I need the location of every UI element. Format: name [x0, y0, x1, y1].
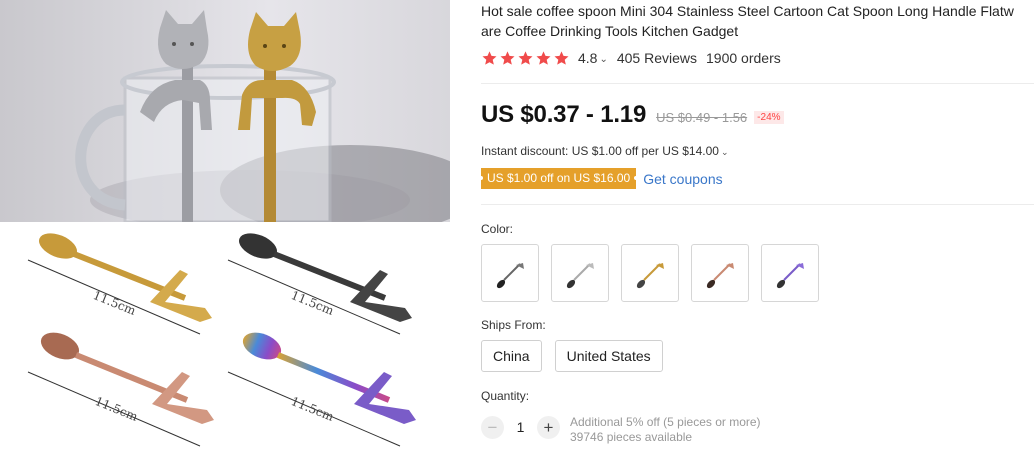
- price-row: US $0.37 - 1.19 US $0.49 - 1.56 -24%: [481, 101, 784, 129]
- get-coupons-link[interactable]: Get coupons: [643, 171, 722, 187]
- ships-from-label: Ships From:: [481, 318, 546, 332]
- bulk-discount-note: Additional 5% off (5 pieces or more): [570, 415, 761, 429]
- star-icon: [482, 51, 497, 65]
- color-option-rose-gold[interactable]: [691, 244, 749, 302]
- orders-count: 1900 orders: [706, 50, 781, 66]
- stock-available: 39746 pieces available: [570, 430, 693, 444]
- rating-summary: 4.8 ⌄ 405 Reviews 1900 orders: [481, 49, 781, 67]
- product-title: Hot sale coffee spoon Mini 304 Stainless…: [481, 1, 1034, 41]
- product-image-gallery[interactable]: 11.5cm 11.5cm 11.5cm 11.5cm: [0, 0, 450, 459]
- quantity-value[interactable]: 1: [504, 416, 537, 439]
- product-title-line1: Hot sale coffee spoon Mini 304 Stainless…: [481, 3, 1014, 19]
- color-swatches: [481, 244, 819, 302]
- star-icon: [536, 51, 551, 65]
- coupon-row: US $1.00 off on US $16.00 Get coupons: [478, 168, 723, 189]
- rating-stars: [481, 50, 570, 66]
- spoon-thumbnail-icon: [636, 263, 664, 289]
- discount-badge: -24%: [754, 111, 784, 124]
- divider: [481, 83, 1034, 84]
- instant-discount-text: Instant discount: US $1.00 off per US $1…: [481, 144, 719, 158]
- spoon-thumbnail-icon: [496, 263, 524, 289]
- rating-value[interactable]: 4.8: [578, 50, 597, 66]
- ships-from-united-states[interactable]: United States: [554, 340, 663, 372]
- plus-icon[interactable]: +: [537, 416, 560, 439]
- spoon-thumbnail-icon: [566, 263, 594, 289]
- ships-from-china[interactable]: China: [481, 340, 542, 372]
- original-price: US $0.49 - 1.56: [656, 110, 748, 125]
- star-icon: [500, 51, 515, 65]
- chevron-down-icon[interactable]: ⌄: [721, 147, 729, 157]
- spoon-thumbnail-icon: [776, 263, 804, 289]
- quantity-label: Quantity:: [481, 389, 530, 403]
- quantity-stepper: − 1 + Additional 5% off (5 pieces or mor…: [481, 415, 761, 445]
- chevron-down-icon[interactable]: ⌄: [599, 54, 607, 65]
- product-title-line2: are Coffee Drinking Tools Kitchen Gadget: [481, 23, 739, 39]
- reviews-link[interactable]: 405 Reviews: [617, 50, 697, 66]
- instant-discount[interactable]: Instant discount: US $1.00 off per US $1…: [481, 144, 737, 158]
- color-option-silver[interactable]: [481, 244, 539, 302]
- star-icon: [554, 51, 569, 65]
- current-price: US $0.37 - 1.19: [481, 101, 647, 128]
- divider: [481, 204, 1034, 205]
- minus-icon[interactable]: −: [481, 416, 504, 439]
- star-icon: [518, 51, 533, 65]
- product-photo-mug: [0, 0, 450, 235]
- mug-illustration: [75, 10, 450, 235]
- product-photo-variants: 11.5cm 11.5cm 11.5cm 11.5cm: [0, 222, 450, 459]
- color-option-gold[interactable]: [621, 244, 679, 302]
- color-option-rainbow[interactable]: [761, 244, 819, 302]
- quantity-note: Additional 5% off (5 pieces or more) 397…: [570, 415, 761, 445]
- spoon-variants-illustration: [27, 233, 416, 447]
- color-option-silver-light[interactable]: [551, 244, 609, 302]
- coupon-tag[interactable]: US $1.00 off on US $16.00: [478, 168, 639, 189]
- ships-from-options: China United States: [481, 340, 663, 372]
- color-label: Color:: [481, 222, 514, 236]
- spoon-thumbnail-icon: [706, 263, 734, 289]
